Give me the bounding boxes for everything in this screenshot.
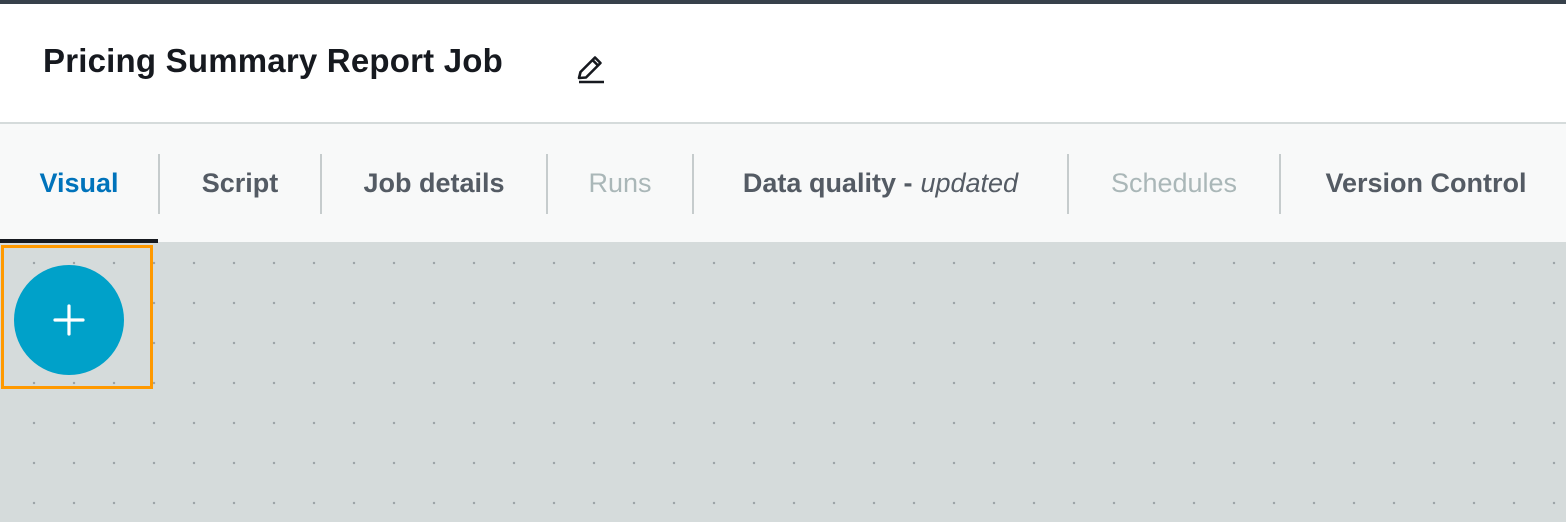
job-tabs: Visual Script Job details Runs Data qual… (0, 124, 1566, 243)
tab-data-quality-suffix: updated (920, 167, 1019, 198)
tab-runs-label: Runs (588, 167, 652, 198)
tab-visual[interactable]: Visual (0, 124, 158, 243)
plus-icon (53, 304, 85, 336)
add-node-button[interactable] (14, 265, 124, 375)
tab-visual-label: Visual (39, 167, 119, 198)
tab-job-details-label: Job details (363, 167, 505, 198)
tab-version-control[interactable]: Version Control (1281, 124, 1566, 242)
tab-data-quality[interactable]: Data quality - updated (694, 124, 1067, 242)
tab-runs: Runs (548, 124, 692, 242)
tab-version-control-label: Version Control (1325, 167, 1527, 198)
pencil-icon[interactable] (573, 51, 609, 87)
tab-schedules-label: Schedules (1110, 167, 1238, 198)
job-header: Pricing Summary Report Job (0, 4, 1566, 124)
tab-job-details[interactable]: Job details (322, 124, 546, 242)
tab-data-quality-label: Data quality - (742, 167, 913, 198)
tab-schedules: Schedules (1069, 124, 1279, 242)
visual-editor-canvas[interactable] (0, 243, 1566, 522)
tab-script-label: Script (201, 167, 279, 198)
job-title: Pricing Summary Report Job (43, 42, 503, 79)
tab-script[interactable]: Script (160, 124, 320, 242)
